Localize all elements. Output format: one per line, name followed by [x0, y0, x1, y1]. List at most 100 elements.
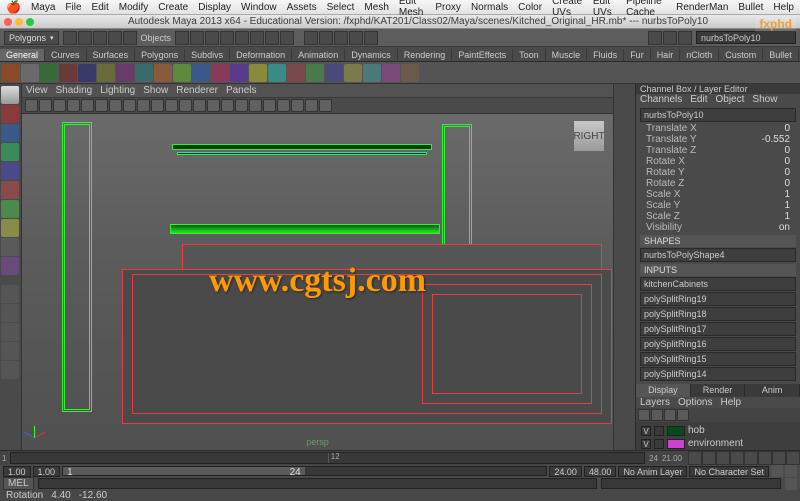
select-mask-icon[interactable]	[235, 31, 249, 45]
tab-surfaces[interactable]: Surfaces	[87, 49, 136, 61]
menu-create[interactable]: Create	[158, 2, 188, 13]
menu-normals[interactable]: Normals	[471, 2, 508, 13]
paint-select-icon[interactable]	[1, 124, 19, 142]
attr-row[interactable]: Scale Y1	[640, 200, 796, 211]
shelf-icon[interactable]	[173, 64, 191, 82]
vp-shading[interactable]: Shading	[56, 85, 93, 96]
input-node[interactable]: polySplitRing16	[640, 337, 796, 351]
tab-rendering[interactable]: Rendering	[398, 49, 453, 61]
menu-assets[interactable]: Assets	[287, 2, 317, 13]
select-mask-icon[interactable]	[265, 31, 279, 45]
attr-row[interactable]: Rotate X0	[640, 156, 796, 167]
shelf-icon[interactable]	[382, 64, 400, 82]
vp-icon[interactable]	[207, 99, 220, 112]
snap-icon[interactable]	[304, 31, 318, 45]
menu-maya[interactable]: Maya	[31, 2, 55, 13]
menu-color[interactable]: Color	[518, 2, 542, 13]
tab-fluids[interactable]: Fluids	[587, 49, 624, 61]
shelf-icon[interactable]	[40, 64, 58, 82]
attr-row[interactable]: Visibilityon	[640, 222, 796, 233]
module-selector[interactable]: Polygons	[4, 31, 59, 45]
input-node[interactable]: polySplitRing17	[640, 322, 796, 336]
cb-edit[interactable]: Edit	[690, 94, 707, 105]
tab-fur[interactable]: Fur	[624, 49, 651, 61]
tab-render[interactable]: Render	[691, 384, 746, 397]
scale-tool-icon[interactable]	[1, 181, 19, 199]
render-settings-icon[interactable]	[678, 31, 692, 45]
layer-icon[interactable]	[651, 409, 663, 421]
vp-icon[interactable]	[235, 99, 248, 112]
close-icon[interactable]	[4, 18, 12, 26]
soft-mod-icon[interactable]	[1, 219, 19, 237]
render-icon[interactable]	[648, 31, 662, 45]
play-start-icon[interactable]	[688, 451, 702, 465]
vp-icon[interactable]	[221, 99, 234, 112]
shelf-icon[interactable]	[325, 64, 343, 82]
shelf-icon[interactable]	[135, 64, 153, 82]
shelf-icon[interactable]	[344, 64, 362, 82]
layout-persp-icon[interactable]	[1, 361, 19, 379]
menu-bullet[interactable]: Bullet	[738, 2, 763, 13]
input-node[interactable]: polySplitRing15	[640, 352, 796, 366]
snap-icon[interactable]	[364, 31, 378, 45]
move-tool-icon[interactable]	[1, 143, 19, 161]
tab-dynamics[interactable]: Dynamics	[345, 49, 398, 61]
menu-proxy[interactable]: Proxy	[435, 2, 461, 13]
character-set-combo[interactable]: No Character Set	[689, 466, 769, 477]
shelf-icon[interactable]	[401, 64, 419, 82]
shelf-icon[interactable]	[363, 64, 381, 82]
new-scene-icon[interactable]	[63, 31, 77, 45]
layout-four-icon[interactable]	[1, 304, 19, 322]
select-mask-icon[interactable]	[175, 31, 189, 45]
snap-icon[interactable]	[349, 31, 363, 45]
options-menu[interactable]: Options	[678, 397, 712, 408]
timeline-track[interactable]: 12	[10, 452, 645, 464]
vp-icon[interactable]	[53, 99, 66, 112]
tab-toon[interactable]: Toon	[513, 49, 546, 61]
range-start[interactable]: 1.00	[3, 466, 31, 477]
snap-icon[interactable]	[319, 31, 333, 45]
layout-outliner-icon[interactable]	[1, 342, 19, 360]
input-node[interactable]: polySplitRing18	[640, 307, 796, 321]
shape-node[interactable]: nurbsToPolyShape4	[640, 248, 796, 262]
vp-lighting[interactable]: Lighting	[100, 85, 135, 96]
layer-icon[interactable]	[677, 409, 689, 421]
layer-visibility-toggle[interactable]: V	[641, 426, 651, 436]
menu-edit[interactable]: Edit	[92, 2, 109, 13]
ipr-icon[interactable]	[663, 31, 677, 45]
frame-fwd-icon[interactable]	[744, 451, 758, 465]
layer-visibility-toggle[interactable]: V	[641, 439, 651, 449]
select-mask-icon[interactable]	[250, 31, 264, 45]
menu-modify[interactable]: Modify	[119, 2, 148, 13]
attr-row[interactable]: Translate Y-0.552	[640, 134, 796, 145]
shelf-icon[interactable]	[78, 64, 96, 82]
vp-icon[interactable]	[291, 99, 304, 112]
cb-object[interactable]: Object	[716, 94, 745, 105]
tab-animation[interactable]: Animation	[292, 49, 345, 61]
vp-icon[interactable]	[123, 99, 136, 112]
tab-polygons[interactable]: Polygons	[135, 49, 185, 61]
time-slider[interactable]: 1 12 24 21.00	[0, 450, 800, 465]
vp-icon[interactable]	[109, 99, 122, 112]
select-tool-icon[interactable]	[1, 86, 19, 104]
shelf-icon[interactable]	[2, 64, 20, 82]
shelf-icon[interactable]	[249, 64, 267, 82]
lasso-tool-icon[interactable]	[1, 105, 19, 123]
input-node[interactable]: kitchenCabinets	[640, 277, 796, 291]
last-tool-icon[interactable]	[1, 257, 19, 275]
vp-renderer[interactable]: Renderer	[176, 85, 218, 96]
range-track[interactable]: 124	[62, 466, 547, 476]
vp-icon[interactable]	[137, 99, 150, 112]
layers-menu[interactable]: Layers	[640, 397, 670, 408]
layout-single-icon[interactable]	[1, 285, 19, 303]
layer-row[interactable]: Venvironment	[638, 437, 798, 450]
help-menu[interactable]: Help	[720, 397, 741, 408]
vp-panels[interactable]: Panels	[226, 85, 257, 96]
range-playstart[interactable]: 1.00	[33, 466, 61, 477]
vp-icon[interactable]	[151, 99, 164, 112]
input-node[interactable]: polySplitRing14	[640, 367, 796, 381]
shelf-icon[interactable]	[97, 64, 115, 82]
attr-row[interactable]: Translate Z0	[640, 145, 796, 156]
attr-row[interactable]: Scale Z1	[640, 211, 796, 222]
attr-row[interactable]: Rotate Z0	[640, 178, 796, 189]
